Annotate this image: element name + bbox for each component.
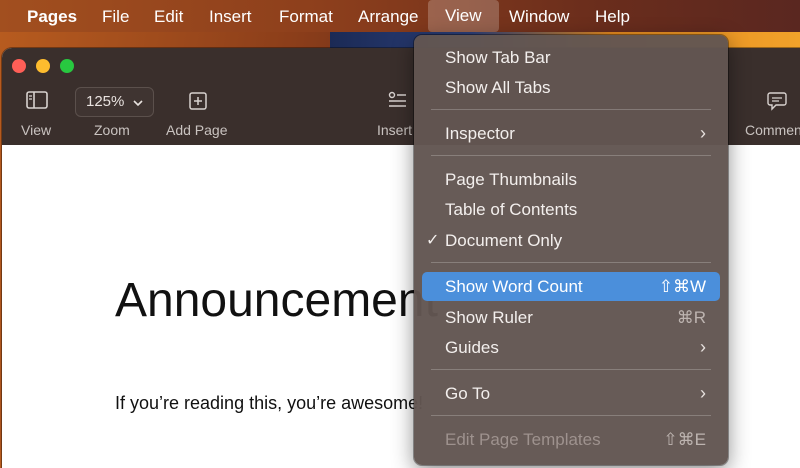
menu-insert[interactable]: Insert [209, 6, 252, 28]
menu-item-label: Go To [445, 384, 491, 403]
menu-item-label: Show Word Count [445, 277, 583, 296]
chevron-right-icon: › [700, 337, 706, 357]
zoom-select[interactable]: 125% [75, 87, 154, 117]
chevron-right-icon: › [700, 383, 706, 403]
zoom-window-button[interactable] [60, 59, 74, 73]
menu-item-guides[interactable]: Guides › [422, 333, 720, 362]
zoom-value: 125% [86, 93, 125, 110]
menu-item-show-all-tabs[interactable]: Show All Tabs [422, 73, 720, 102]
menu-item-label: Table of Contents [445, 200, 578, 219]
menu-item-show-ruler[interactable]: Show Ruler ⌘R [422, 303, 720, 332]
menu-item-label: Guides [445, 338, 499, 357]
menu-item-label: Show Tab Bar [445, 48, 551, 67]
menu-app-pages[interactable]: Pages [27, 6, 77, 28]
menu-edit[interactable]: Edit [154, 6, 183, 28]
insert-label: Insert [377, 122, 413, 138]
menu-separator [431, 155, 711, 156]
menu-item-inspector[interactable]: Inspector › [422, 119, 720, 148]
keyboard-shortcut: ⇧⌘W [658, 277, 706, 296]
menu-item-label: Document Only [445, 231, 563, 250]
menu-bar: Pages File Edit Insert Format Arrange Vi… [0, 0, 800, 32]
view-menu-dropdown: Show Tab Bar Show All Tabs Inspector › P… [414, 35, 728, 465]
menu-separator [431, 415, 711, 416]
menu-format[interactable]: Format [279, 6, 333, 28]
menu-separator [431, 262, 711, 263]
keyboard-shortcut: ⌘R [676, 308, 706, 327]
menu-item-label: Inspector [445, 124, 515, 143]
menu-item-label: Show Ruler [445, 308, 533, 327]
menu-file[interactable]: File [102, 6, 129, 28]
menu-view[interactable]: View [428, 0, 499, 32]
menu-item-show-tab-bar[interactable]: Show Tab Bar [422, 43, 720, 72]
menu-help[interactable]: Help [595, 6, 630, 28]
document-body-text[interactable]: If you’re reading this, you’re awesome! [115, 393, 423, 414]
minimize-window-button[interactable] [36, 59, 50, 73]
view-button-label: View [21, 122, 52, 138]
insert-icon[interactable] [387, 91, 407, 114]
chevron-right-icon: › [700, 123, 706, 143]
menu-window[interactable]: Window [509, 6, 569, 28]
close-window-button[interactable] [12, 59, 26, 73]
comment-icon[interactable] [767, 91, 787, 116]
menu-separator [431, 109, 711, 110]
menu-separator [431, 369, 711, 370]
menu-item-table-of-contents[interactable]: Table of Contents [422, 195, 720, 224]
checkmark-icon: ✓ [426, 232, 440, 249]
menu-arrange[interactable]: Arrange [358, 6, 418, 28]
menu-item-page-thumbnails[interactable]: Page Thumbnails [422, 165, 720, 194]
menu-item-label: Page Thumbnails [445, 170, 577, 189]
comment-label: Comment [745, 122, 800, 138]
chevron-down-icon [133, 89, 143, 117]
add-page-label: Add Page [166, 122, 228, 138]
menu-item-label: Show All Tabs [445, 78, 551, 97]
zoom-label: Zoom [94, 122, 130, 138]
menu-item-go-to[interactable]: Go To › [422, 379, 720, 408]
document-title[interactable]: Announcement [115, 273, 438, 328]
add-page-icon[interactable] [189, 92, 207, 115]
menu-item-show-word-count[interactable]: Show Word Count ⇧⌘W [422, 272, 720, 301]
sidebar-view-icon[interactable] [26, 91, 48, 114]
menu-item-document-only[interactable]: ✓ Document Only [422, 226, 720, 255]
